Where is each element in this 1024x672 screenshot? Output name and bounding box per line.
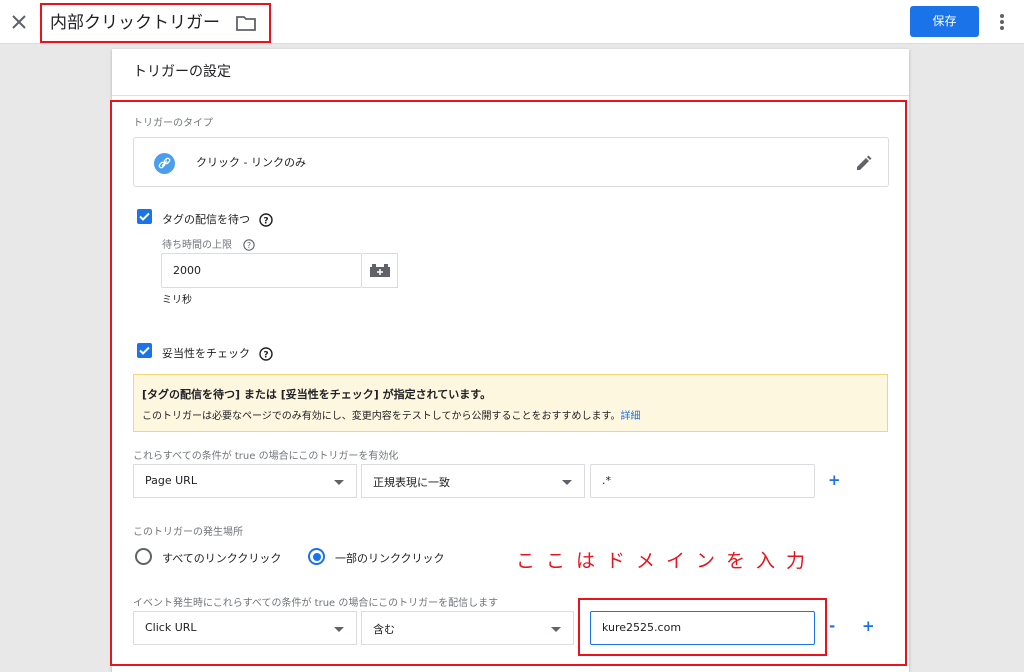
notice-heading: [タグの配信を待つ] または [妥当性をチェック] が指定されています。 <box>142 388 492 401</box>
fire-operator-select[interactable]: 含む <box>361 611 574 645</box>
add-condition-button[interactable]: + <box>828 471 841 489</box>
divider <box>112 95 909 96</box>
svg-text:?: ? <box>263 217 268 227</box>
fire-variable-value: Click URL <box>145 621 197 634</box>
max-wait-label: 待ち時間の上限 <box>162 240 232 251</box>
fires-on-label: このトリガーの発生場所 <box>133 527 243 538</box>
remove-condition-button[interactable]: - <box>829 617 835 635</box>
warning-notice: [タグの配信を待つ] または [妥当性をチェック] が指定されています。 このト… <box>133 374 888 432</box>
help-icon[interactable]: ? <box>259 212 273 227</box>
trigger-type-card[interactable]: クリック - リンクのみ <box>133 137 889 187</box>
check-validation-checkbox[interactable] <box>137 343 152 358</box>
chevron-down-icon <box>551 627 561 632</box>
help-icon[interactable]: ? <box>259 346 273 361</box>
learn-more-link[interactable]: 詳細 <box>621 411 641 422</box>
fire-value-input[interactable]: kure2525.com <box>590 611 815 645</box>
svg-text:?: ? <box>247 241 251 250</box>
all-link-clicks-label: すべてのリンククリック <box>162 552 282 565</box>
all-link-clicks-radio[interactable] <box>135 548 152 565</box>
some-link-clicks-label: 一部のリンククリック <box>335 552 445 565</box>
trigger-type-name: クリック - リンクのみ <box>196 156 306 169</box>
enable-value: .* <box>602 474 611 487</box>
more-vert-icon[interactable] <box>993 10 1011 34</box>
close-icon[interactable] <box>8 11 30 33</box>
check-validation-label: 妥当性をチェック <box>162 347 250 360</box>
enable-value-input[interactable]: .* <box>590 464 815 498</box>
notice-body: このトリガーは必要なページでのみ有効にし、変更内容をテストしてから公開することを… <box>142 407 641 422</box>
max-wait-value: 2000 <box>173 264 201 277</box>
enable-conditions-label: これらすべての条件が true の場合にこのトリガーを有効化 <box>133 451 399 462</box>
trigger-type-label: トリガーのタイプ <box>133 118 213 129</box>
trigger-title-highlight: 内部クリックトリガー <box>40 3 271 43</box>
wait-for-tags-checkbox[interactable] <box>137 209 152 224</box>
folder-icon[interactable] <box>235 13 257 33</box>
max-wait-input[interactable]: 2000 <box>161 253 362 288</box>
pencil-icon[interactable] <box>854 153 874 173</box>
enable-variable-value: Page URL <box>145 474 197 487</box>
chevron-down-icon <box>334 627 344 632</box>
fire-variable-select[interactable]: Click URL <box>133 611 357 645</box>
trigger-title[interactable]: 内部クリックトリガー <box>50 12 220 34</box>
panel-title: トリガーの設定 <box>133 64 231 80</box>
save-button[interactable]: 保存 <box>910 6 979 37</box>
enable-operator-value: 正規表現に一致 <box>373 476 450 489</box>
fire-conditions-label: イベント発生時にこれらすべての条件が true の場合にこのトリガーを配信します <box>133 598 499 609</box>
top-bar: 内部クリックトリガー 保存 <box>0 0 1024 44</box>
help-icon[interactable]: ? <box>243 236 255 251</box>
add-condition-button[interactable]: + <box>862 617 875 635</box>
annotation-text: ここはドメインを入力 <box>516 550 817 572</box>
enable-operator-select[interactable]: 正規表現に一致 <box>361 464 585 498</box>
some-link-clicks-radio[interactable] <box>308 548 325 565</box>
enable-variable-select[interactable]: Page URL <box>133 464 357 498</box>
variable-picker-button[interactable] <box>362 253 398 288</box>
svg-text:?: ? <box>263 351 268 361</box>
wait-for-tags-label: タグの配信を待つ <box>162 213 250 226</box>
notice-text: このトリガーは必要なページでのみ有効にし、変更内容をテストしてから公開することを… <box>142 411 621 422</box>
chevron-down-icon <box>334 480 344 485</box>
fire-value: kure2525.com <box>602 621 682 634</box>
max-wait-unit: ミリ秒 <box>162 295 192 306</box>
chevron-down-icon <box>562 480 572 485</box>
link-icon <box>154 153 175 174</box>
fire-operator-value: 含む <box>373 623 395 636</box>
